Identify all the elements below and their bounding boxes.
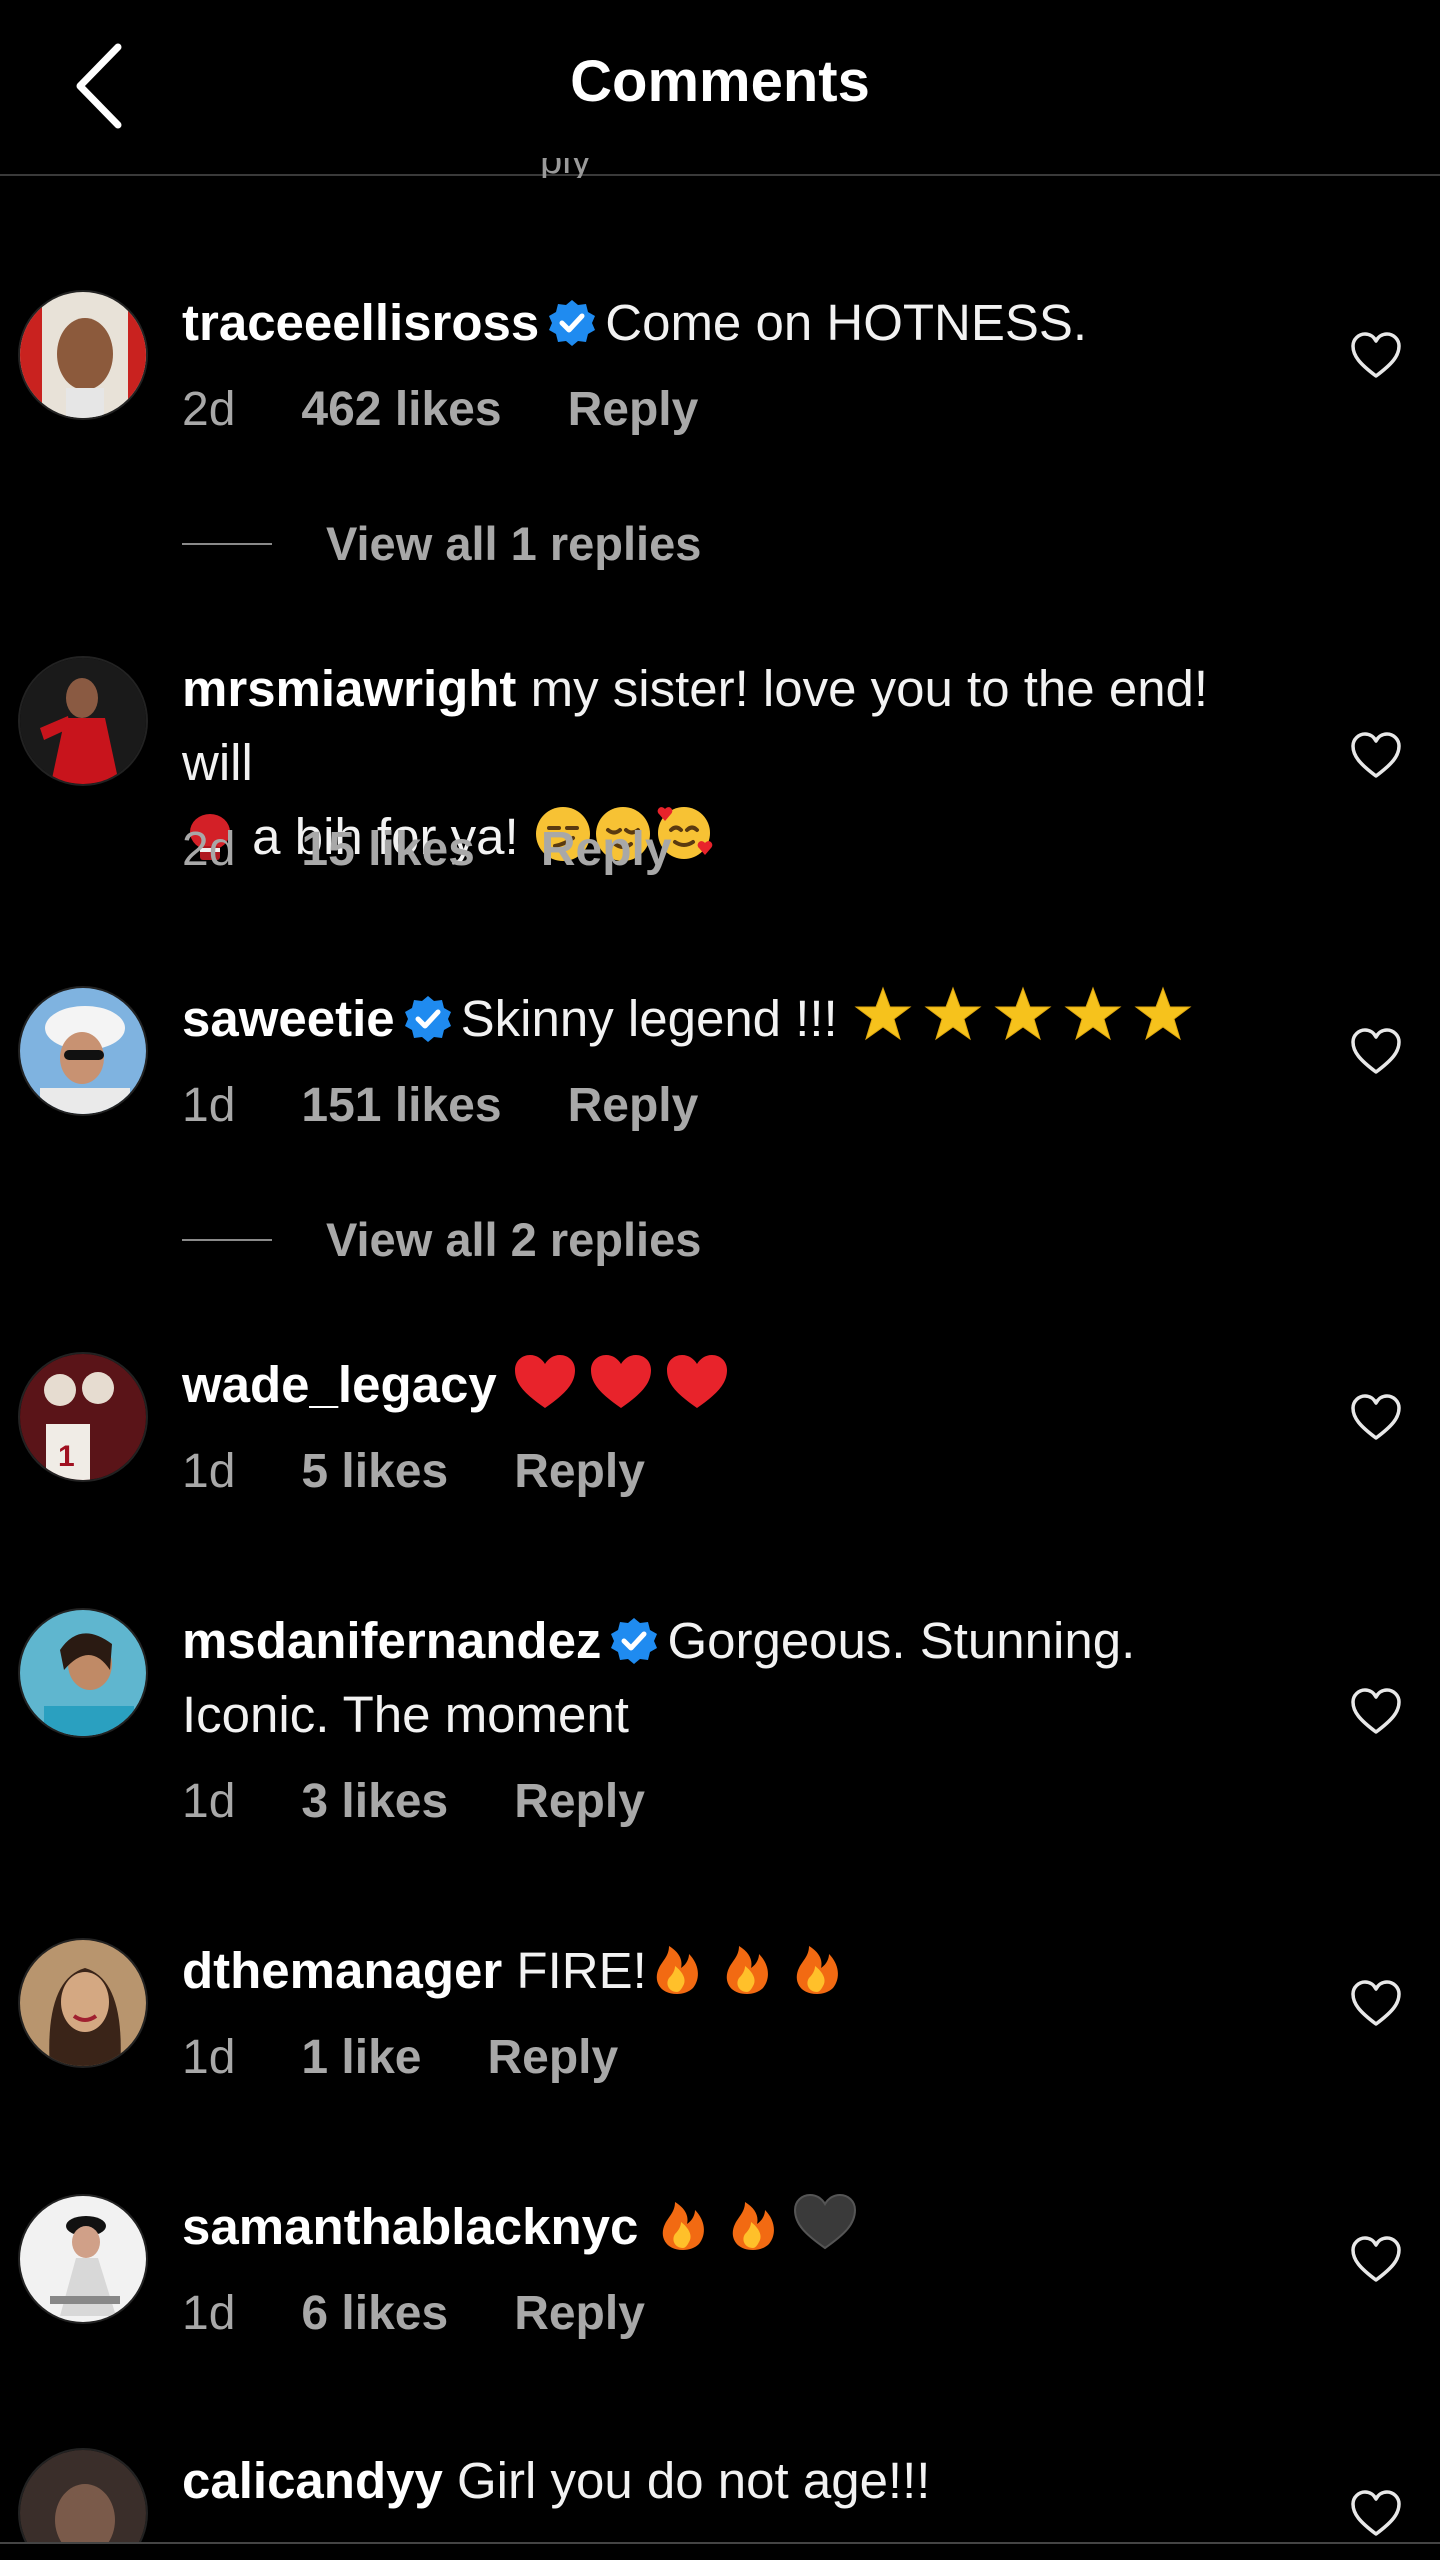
timestamp: 2d [182,823,236,876]
comment-text: Gorgeous. Stunning. [667,1612,1136,1669]
username[interactable]: wade_legacy [182,1356,497,1413]
comment-text: Girl you do not age!!! [457,2452,931,2509]
verified-badge-icon [549,300,596,346]
reply-button[interactable]: Reply [568,382,699,437]
heart-outline-icon[interactable] [1350,330,1402,382]
username[interactable]: mrsmiawright [182,660,516,717]
timestamp: 1d [182,1775,236,1828]
divider [0,2542,1440,2544]
avatar[interactable] [18,1608,148,1738]
page-title: Comments [570,49,870,114]
comment-body: samanthablacknyc [182,2190,1292,2264]
reply-button[interactable]: Reply [541,822,672,877]
comment-meta: 1d 1 like Reply [182,2030,684,2085]
timestamp: 1d [182,1445,236,1498]
likes-count[interactable]: 6 likes [301,2286,448,2341]
comment-body: msdanifernandez Gorgeous. Stunning. Iconi… [182,1604,1292,1752]
likes-count[interactable]: 5 likes [301,1444,448,1499]
fire-icon [656,1946,838,1994]
heart-outline-icon[interactable] [1350,1392,1402,1444]
comment-text-2: Iconic. The moment [182,1686,629,1743]
comment-meta: 2d 462 likes Reply [182,382,764,437]
likes-count[interactable]: 15 likes [301,822,474,877]
reply-button[interactable]: Reply [487,2030,618,2085]
clipped-text: ply [540,158,591,178]
comment-body: traceeellisross Come on HOTNESS. [182,286,1292,360]
likes-count[interactable]: 1 like [301,2030,421,2085]
timestamp: 1d [182,2287,236,2340]
avatar[interactable] [18,986,148,1116]
likes-count[interactable]: 462 likes [301,382,501,437]
verified-badge-icon [611,1618,658,1664]
heart-outline-icon[interactable] [1350,1686,1402,1738]
comment-meta: 2d 15 likes Reply [182,822,738,877]
username[interactable]: calicandyy [182,2452,443,2509]
comment-item: calicandyy Girl you do not age!!! [0,2448,1440,2542]
username[interactable]: dthemanager [182,1942,502,1999]
comment-body: saweetie Skinny legend !!! [182,982,1292,1056]
heart-outline-icon[interactable] [1350,1978,1402,2030]
avatar[interactable] [18,656,148,786]
comment-meta: 1d 151 likes Reply [182,1078,764,1133]
reply-button[interactable]: Reply [568,1078,699,1133]
red-hearts-icon [514,1355,727,1408]
comment-body: wade_legacy [182,1348,1292,1422]
avatar[interactable]: 1 [18,1352,148,1482]
comment-body: dthemanager FIRE! [182,1934,1292,2008]
timestamp: 2d [182,383,236,436]
username[interactable]: samanthablacknyc [182,2198,638,2255]
comment-meta: 1d 3 likes Reply [182,1774,711,1829]
view-replies[interactable]: View all 1 replies [182,516,701,571]
view-replies-text[interactable]: View all 1 replies [326,516,701,571]
avatar[interactable] [18,1938,148,2068]
timestamp: 1d [182,1079,236,1132]
likes-count[interactable]: 151 likes [301,1078,501,1133]
comment-body: calicandyy Girl you do not age!!! [182,2448,1292,2518]
comment-text: FIRE! [516,1942,647,1999]
divider [182,542,272,545]
divider [182,1238,272,1241]
view-replies-text[interactable]: View all 2 replies [326,1212,701,1267]
verified-badge-icon [404,996,451,1042]
avatar[interactable] [18,2194,148,2324]
comment-text: Skinny legend !!! [460,990,838,1047]
username[interactable]: saweetie [182,990,395,1047]
fire-and-black-heart-icon [662,2193,856,2250]
timestamp: 1d [182,2031,236,2084]
comment-text: Come on HOTNESS. [605,294,1088,351]
likes-count[interactable]: 3 likes [301,1774,448,1829]
heart-outline-icon[interactable] [1350,2234,1402,2286]
view-replies[interactable]: View all 2 replies [182,1212,701,1267]
comment-meta: 1d 6 likes Reply [182,2286,711,2341]
username[interactable]: traceeellisross [182,294,539,351]
reply-button[interactable]: Reply [514,1774,645,1829]
reply-button[interactable]: Reply [514,1444,645,1499]
heart-outline-icon[interactable] [1350,1026,1402,1078]
avatar[interactable] [18,2448,148,2542]
avatar[interactable] [18,290,148,420]
top-bar: Comments ply [0,0,1440,178]
svg-text:1: 1 [58,1440,75,1473]
heart-outline-icon[interactable] [1350,2488,1402,2540]
stars-icon [854,986,1192,1041]
comment-meta: 1d 5 likes Reply [182,1444,711,1499]
heart-outline-icon[interactable] [1350,730,1402,782]
reply-button[interactable]: Reply [514,2286,645,2341]
username[interactable]: msdanifernandez [182,1612,601,1669]
